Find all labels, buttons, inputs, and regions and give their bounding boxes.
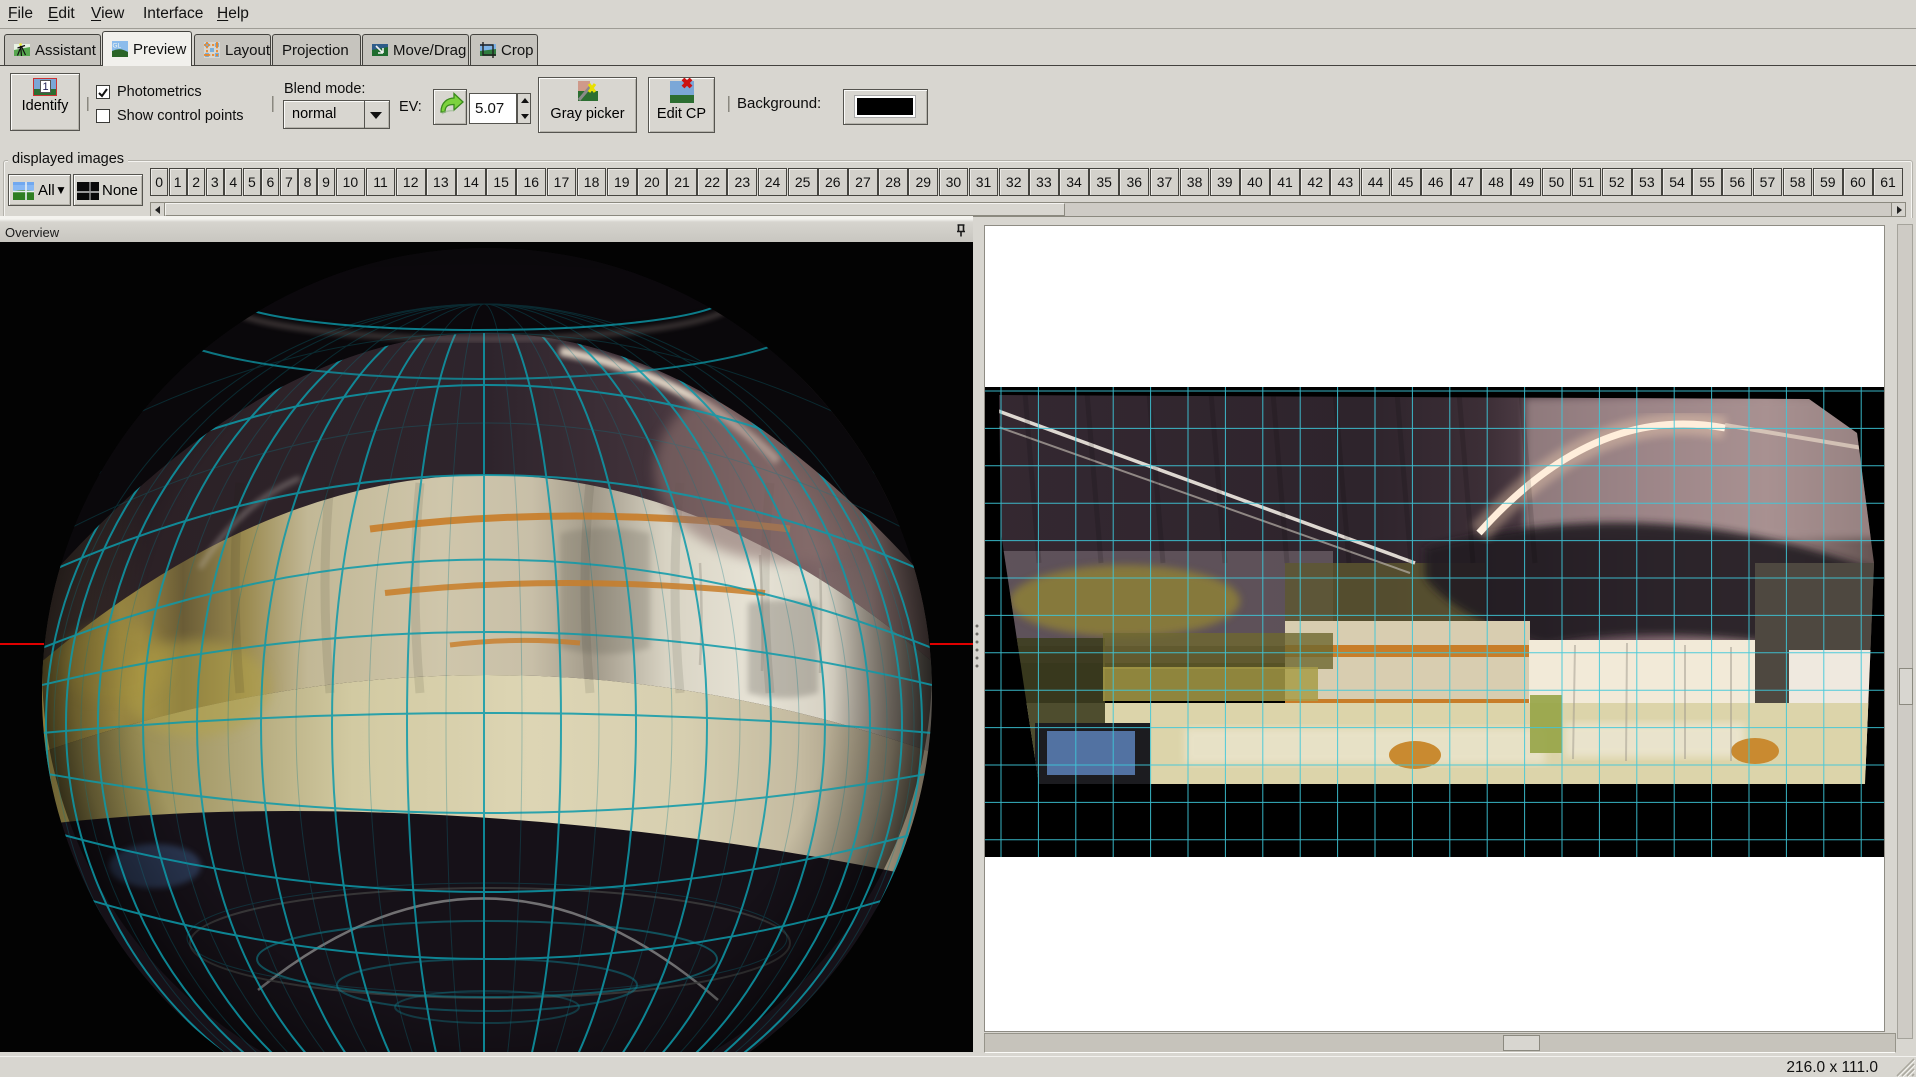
svg-text:GL: GL bbox=[113, 43, 122, 50]
